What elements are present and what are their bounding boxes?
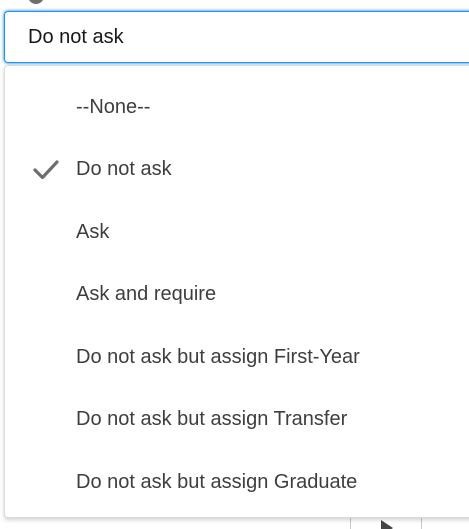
help-icon[interactable]: [28, 0, 44, 4]
dropdown-listbox: --None-- Do not ask Ask Ask and require …: [4, 65, 469, 518]
type-combobox[interactable]: Do not ask: [4, 11, 469, 63]
option-label: Ask and require: [76, 283, 217, 306]
checkmark-icon: [33, 160, 59, 179]
option-label: --None--: [76, 95, 151, 118]
field-label-partial: [28, 0, 44, 4]
option-label: Do not ask but assign Transfer: [76, 408, 348, 431]
option-do-not-ask[interactable]: Do not ask: [5, 139, 469, 202]
option-assign-transfer[interactable]: Do not ask but assign Transfer: [5, 389, 469, 452]
option-label: Do not ask: [76, 158, 172, 181]
combobox-selected-value: Do not ask: [28, 25, 124, 48]
option-none[interactable]: --None--: [5, 76, 469, 139]
option-label: Ask: [76, 220, 110, 243]
option-label: Do not ask but assign First-Year: [76, 345, 360, 368]
play-icon: [381, 520, 393, 529]
option-label: Do not ask but assign Graduate: [76, 470, 358, 493]
option-assign-graduate[interactable]: Do not ask but assign Graduate: [5, 451, 469, 514]
screen: Do not ask --None-- Do not ask Ask Ask a…: [0, 0, 469, 529]
option-assign-first-year[interactable]: Do not ask but assign First-Year: [5, 326, 469, 389]
option-ask-and-require[interactable]: Ask and require: [5, 264, 469, 327]
option-ask[interactable]: Ask: [5, 201, 469, 264]
